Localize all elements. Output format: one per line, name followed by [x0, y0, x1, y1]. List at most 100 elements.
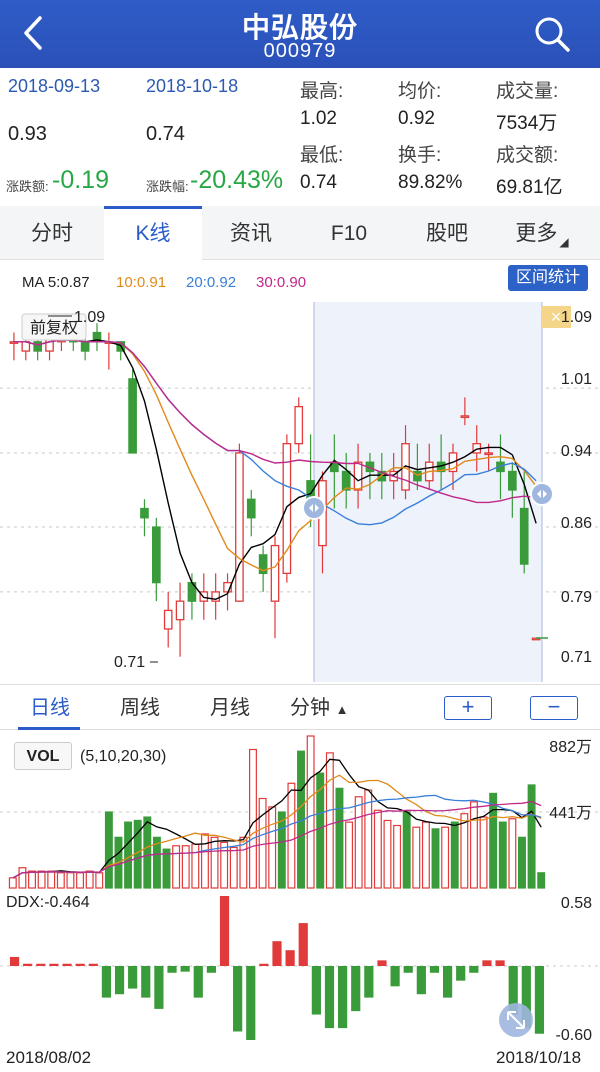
price-axis-label: 1.01	[561, 371, 592, 388]
change-amount-label: 涨跌额:	[6, 179, 49, 194]
vol-bar-down	[335, 787, 344, 889]
low-value: 0.74	[300, 172, 337, 193]
candle-down	[80, 341, 90, 352]
candle-up	[175, 600, 185, 621]
vol-bar-up	[393, 824, 402, 889]
vol-bar-up	[249, 748, 257, 889]
vol-bar-up	[66, 872, 75, 889]
vol-bar-down	[316, 772, 325, 889]
period-monthly[interactable]: 月线	[210, 685, 250, 731]
ddx-bar-positive	[377, 960, 387, 966]
search-icon[interactable]	[530, 12, 574, 56]
vol-bar-up	[8, 877, 17, 889]
price-axis-label: 1.09	[561, 309, 592, 326]
vol-bar-up	[76, 872, 85, 889]
candle-down	[519, 507, 529, 565]
zoom-in-button[interactable]: +	[444, 696, 492, 720]
vol-bar-up	[364, 789, 373, 889]
range-stats-button[interactable]: 区间统计	[508, 265, 588, 291]
ddx-bar-negative	[180, 966, 190, 972]
ma30-label: 30:0.90	[256, 274, 307, 291]
candle-up	[460, 415, 470, 419]
zoom-out-button[interactable]: −	[530, 696, 578, 720]
ddx-bar-positive	[36, 963, 46, 966]
vol-bar-up	[229, 846, 238, 889]
tab-timeshare[interactable]: 分时	[0, 206, 104, 260]
vol-bar-down	[402, 811, 411, 889]
tab-news[interactable]: 资讯	[202, 206, 300, 260]
vol-bar-up	[479, 816, 488, 889]
ddx-bar-negative	[311, 966, 321, 1015]
candle-down	[246, 498, 256, 519]
change-pct: -20.43%	[190, 166, 284, 194]
period-weekly[interactable]: 周线	[120, 685, 160, 731]
left-high-label: 1.09	[74, 309, 105, 326]
period-minute[interactable]: 分钟 ▲	[290, 685, 348, 731]
volume-chart: 882万 441万	[0, 735, 600, 889]
vol-bar-up	[47, 870, 56, 889]
ddx-bar-negative	[442, 966, 453, 998]
ddx-bar-negative	[324, 966, 335, 1029]
vol-bar-up	[469, 801, 478, 889]
caret-icon: ◢	[559, 235, 569, 249]
vol-bar-up	[85, 870, 94, 889]
price-axis-label: 0.71	[561, 649, 592, 666]
vol-bar-up	[56, 872, 65, 889]
vol-bar-up	[345, 821, 354, 889]
avg-label: 均价:	[398, 81, 442, 102]
vol-bar-down	[498, 821, 507, 889]
price-start: 0.93	[8, 123, 47, 145]
turnover-label: 换手:	[398, 145, 442, 166]
change-pct-label: 涨跌幅:	[146, 179, 189, 194]
ddx-bar-positive	[259, 963, 269, 966]
ddx-bar-positive	[49, 963, 59, 966]
date-end: 2018-10-18	[146, 76, 239, 96]
candle-up	[353, 461, 363, 491]
ddx-bar-negative	[246, 966, 256, 1040]
vol-bar-up	[421, 821, 430, 889]
vol-bar-up	[172, 845, 181, 889]
tab-kline[interactable]: K线	[104, 206, 202, 260]
vol-bar-up	[383, 819, 392, 889]
ddx-bar-negative	[154, 966, 164, 1009]
adjust-label: 前复权	[30, 319, 78, 337]
ddx-bar-negative	[167, 966, 177, 973]
vol-bar-down	[124, 821, 133, 889]
ddx-bar-negative	[338, 966, 348, 1029]
price-axis-label: 0.79	[561, 589, 592, 606]
volume-value: 7534万	[496, 113, 558, 134]
kline-chart[interactable]: 前复权1.090.71× 1.091.010.940.860.790.71	[0, 298, 600, 684]
quote-info-panel: 2018-09-13 2018-10-18 0.93 0.74 涨跌额: -0.…	[0, 68, 600, 204]
ddx-max-label: 0.58	[561, 895, 592, 912]
ddx-min-label: -0.60	[556, 1027, 593, 1040]
ddx-bar-negative	[390, 966, 400, 987]
candle-down	[508, 470, 517, 491]
period-selector: 日线 周线 月线 分钟 ▲ + −	[0, 684, 600, 730]
ddx-bar-negative	[128, 966, 138, 989]
vol-bar-up	[200, 833, 209, 889]
ddx-bar-positive	[62, 963, 72, 966]
ma20-label: 20:0.92	[186, 274, 237, 291]
vol-bar-up	[268, 806, 277, 889]
ddx-bar-positive	[495, 960, 505, 966]
ddx-bar-negative	[206, 966, 216, 973]
tab-forum[interactable]: 股吧	[398, 206, 496, 260]
low-label: 最低:	[300, 145, 344, 166]
vol-bar-up	[508, 818, 517, 889]
vol-bar-down	[489, 792, 498, 889]
vol-max-label: 882万	[549, 739, 592, 756]
period-daily[interactable]: 日线	[30, 685, 70, 731]
vol-bar-up	[181, 845, 190, 889]
candle-down	[140, 507, 149, 519]
ddx-bar-positive	[23, 963, 33, 966]
vol-bar-up	[191, 843, 200, 889]
tab-f10[interactable]: F10	[300, 206, 398, 260]
vol-bar-down	[527, 784, 536, 889]
amount-value: 69.81亿	[496, 177, 563, 198]
candle-up	[294, 405, 304, 445]
tab-more[interactable]: 更多 ◢	[496, 206, 586, 260]
change-amount: -0.19	[52, 166, 109, 194]
ddx-bar-negative	[469, 966, 479, 973]
ddx-bar-positive	[298, 923, 308, 966]
ma10-label: 10:0.91	[116, 274, 167, 291]
